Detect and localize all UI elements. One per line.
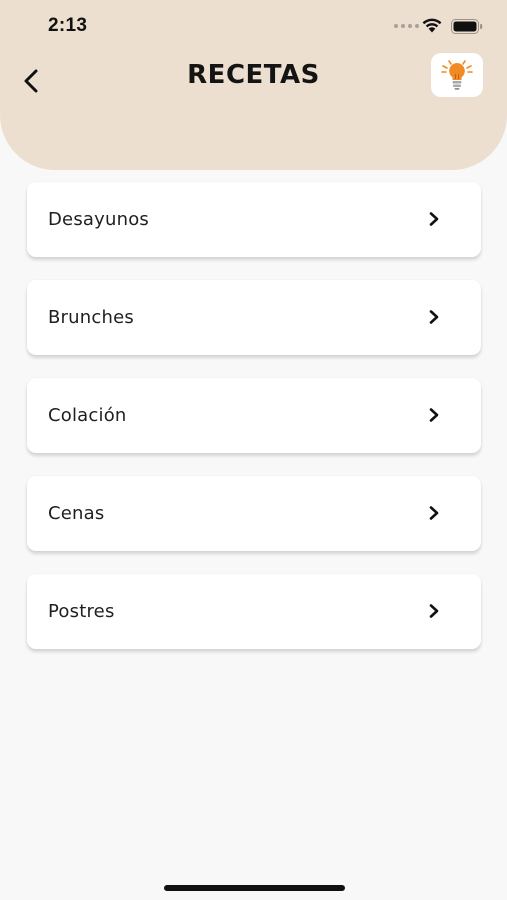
battery-icon xyxy=(451,19,483,34)
category-list: Desayunos Brunches Colación Cenas Postre… xyxy=(27,182,481,672)
list-item-colacion[interactable]: Colación xyxy=(27,378,481,453)
chevron-right-icon xyxy=(429,604,439,618)
list-item-label: Postres xyxy=(48,601,115,622)
list-item-label: Brunches xyxy=(48,307,134,328)
list-item-cenas[interactable]: Cenas xyxy=(27,476,481,551)
recipes-screen: 2:13 RECETAS Desayunos Brunches Colación… xyxy=(0,0,507,900)
list-item-brunches[interactable]: Brunches xyxy=(27,280,481,355)
chevron-right-icon xyxy=(429,506,439,520)
list-item-desayunos[interactable]: Desayunos xyxy=(27,182,481,257)
tips-button[interactable] xyxy=(431,53,483,97)
list-item-label: Desayunos xyxy=(48,209,150,230)
list-item-label: Colación xyxy=(48,405,127,426)
wifi-icon xyxy=(422,18,442,33)
home-indicator[interactable] xyxy=(164,885,345,891)
header: 2:13 RECETAS xyxy=(0,0,507,170)
cellular-signal-icon xyxy=(394,24,419,28)
chevron-right-icon xyxy=(429,310,439,324)
list-item-label: Cenas xyxy=(48,503,105,524)
chevron-right-icon xyxy=(429,212,439,226)
chevron-right-icon xyxy=(429,408,439,422)
list-item-postres[interactable]: Postres xyxy=(27,574,481,649)
status-time: 2:13 xyxy=(48,15,88,36)
lightbulb-icon xyxy=(441,60,473,90)
